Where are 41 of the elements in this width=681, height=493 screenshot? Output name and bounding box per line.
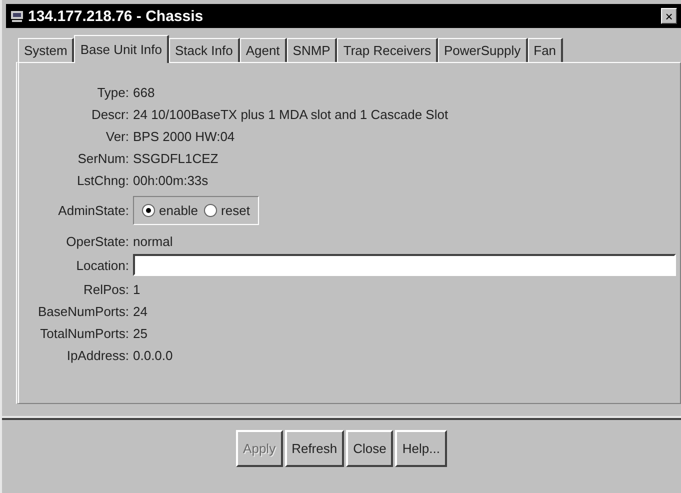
radio-label[interactable]: enable [159,203,198,218]
dialog-button[interactable]: Close [346,430,394,467]
tab[interactable]: PowerSupply [438,38,528,62]
field-value: 668 [133,84,156,100]
field-label: Location: [75,258,129,272]
tab[interactable]: Agent [240,38,287,62]
tab[interactable]: Base Unit Info [74,35,169,63]
field-value: 00h:00m:33s [133,172,210,188]
radio-button[interactable] [142,204,155,217]
field-label: Type: [96,84,129,100]
dialog-button[interactable]: Refresh [284,430,344,467]
field-value: 0.0.0.0 [133,348,174,362]
dialog-button[interactable]: Help... [395,430,447,467]
field-label: LstChng: [76,172,129,188]
field-value: 24 [133,304,148,318]
close-button[interactable]: × [661,8,677,24]
tab[interactable]: SNMP [286,38,338,62]
tab[interactable]: Trap Receivers [337,38,438,62]
field-label: TotalNumPorts: [39,326,129,340]
field-label: IpAddress: [66,348,129,362]
tab[interactable]: Stack Info [169,38,240,62]
field-label: BaseNumPorts: [36,304,129,318]
field-value: 1 [133,282,142,296]
window-title: 134.177.218.76 - Chassis [28,8,204,24]
field-label: Ver: [104,128,129,144]
tab[interactable]: System [18,38,74,62]
field-value: 24 10/100BaseTX plus 1 MDA slot and 1 Cascade Slot [133,106,450,122]
radio-label[interactable]: reset [221,203,250,218]
input-field[interactable] [133,254,676,276]
field-label: RelPos: [82,282,129,296]
computer-icon [10,10,24,22]
field-label: SerNum: [76,150,129,166]
field-label: OperState: [65,234,129,248]
field-value: SSGDFL1CEZ [133,150,220,166]
field-label: Descr: [90,106,129,122]
field-value: normal [133,234,174,248]
tab[interactable]: Fan [528,38,564,62]
radio-button[interactable] [204,204,218,217]
field-value: BPS 2000 HW:04 [133,128,236,144]
field-value: 25 [133,326,148,340]
field-label: AdminState: [57,203,129,218]
